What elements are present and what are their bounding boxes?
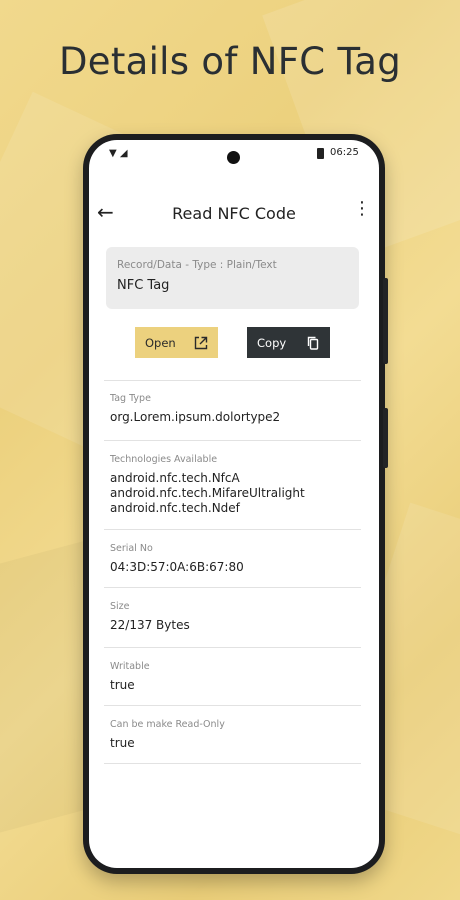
field-value: true <box>110 678 135 692</box>
copy-icon <box>307 336 319 350</box>
phone-screen: ▼ ◢ 06:25 ← Read NFC Code ⋮ Record/Data … <box>89 140 379 868</box>
app-bar: ← Read NFC Code ⋮ <box>89 196 379 232</box>
record-value: NFC Tag <box>117 278 170 293</box>
status-time: 06:25 <box>330 147 359 158</box>
writable-field: Writable true <box>110 661 360 693</box>
read-only-field: Can be make Read-Only true <box>110 719 360 751</box>
field-label: Size <box>110 601 130 612</box>
divider <box>104 705 361 706</box>
divider <box>104 587 361 588</box>
divider <box>104 440 361 441</box>
field-label: Technologies Available <box>110 454 218 465</box>
divider <box>104 763 361 764</box>
field-value: android.nfc.tech.NfcA <box>110 471 240 485</box>
status-bar: ▼ ◢ 06:25 <box>89 140 379 168</box>
open-label: Open <box>145 335 176 350</box>
front-camera <box>227 151 240 164</box>
battery-icon <box>317 148 324 159</box>
technologies-field: Technologies Available android.nfc.tech.… <box>110 454 360 516</box>
field-value: android.nfc.tech.Ndef <box>110 501 240 515</box>
field-label: Serial No <box>110 543 153 554</box>
field-value: org.Lorem.ipsum.dolortype2 <box>110 410 281 424</box>
more-vert-icon[interactable]: ⋮ <box>353 200 371 218</box>
field-label: Writable <box>110 661 150 672</box>
field-label: Tag Type <box>110 393 151 404</box>
promo-headline: Details of NFC Tag <box>58 40 402 83</box>
field-label: Can be make Read-Only <box>110 719 225 730</box>
tag-type-field: Tag Type org.Lorem.ipsum.dolortype2 <box>110 393 360 425</box>
size-field: Size 22/137 Bytes <box>110 601 360 633</box>
open-external-icon <box>194 336 208 349</box>
field-value: 22/137 Bytes <box>110 618 190 632</box>
field-value: 04:3D:57:0A:6B:67:80 <box>110 560 244 574</box>
field-value: true <box>110 736 135 750</box>
phone-side-button <box>383 278 388 364</box>
divider <box>104 529 361 530</box>
phone-side-button <box>383 408 388 468</box>
copy-label: Copy <box>257 335 287 350</box>
divider <box>104 380 361 381</box>
copy-button[interactable]: Copy <box>247 327 330 358</box>
signal-icon: ▼ ◢ <box>109 148 128 159</box>
divider <box>104 647 361 648</box>
screen-title: Read NFC Code <box>172 204 296 223</box>
record-data-card: Record/Data - Type : Plain/Text NFC Tag <box>106 247 359 309</box>
serial-field: Serial No 04:3D:57:0A:6B:67:80 <box>110 543 360 575</box>
field-value: android.nfc.tech.MifareUltralight <box>110 486 305 500</box>
open-button[interactable]: Open <box>135 327 218 358</box>
record-type-label: Record/Data - Type : Plain/Text <box>117 259 277 271</box>
